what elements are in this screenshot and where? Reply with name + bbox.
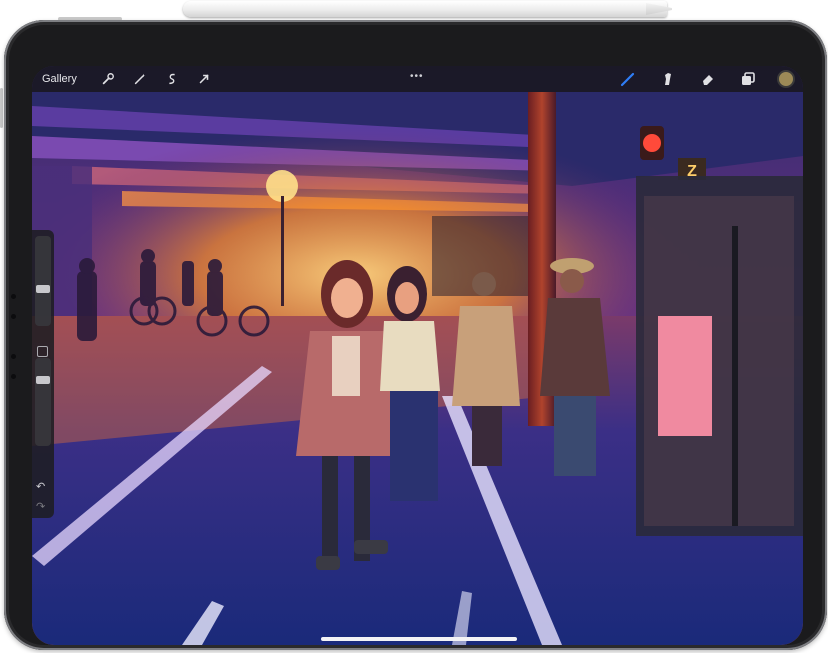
brush-size-slider[interactable] bbox=[35, 236, 51, 326]
actions-button[interactable] bbox=[97, 68, 119, 90]
bezel-sensor-dot bbox=[11, 314, 16, 319]
redo-button[interactable]: ↷ bbox=[36, 500, 45, 513]
selection-icon bbox=[169, 73, 175, 85]
brush-size-thumb[interactable] bbox=[36, 285, 50, 293]
gallery-button[interactable]: Gallery bbox=[32, 73, 87, 85]
selection-button[interactable] bbox=[161, 68, 183, 90]
more-indicator[interactable]: ••• bbox=[410, 71, 424, 82]
brush-opacity-thumb[interactable] bbox=[36, 376, 50, 384]
brush-tool-button[interactable] bbox=[617, 68, 639, 90]
app-toolbar: Gallery ••• bbox=[32, 66, 803, 92]
modify-button[interactable] bbox=[37, 346, 48, 357]
home-indicator[interactable] bbox=[321, 637, 517, 641]
drawing-canvas[interactable]: Z bbox=[32, 66, 803, 645]
smudge-icon bbox=[665, 73, 671, 85]
smudge-tool-button[interactable] bbox=[657, 68, 679, 90]
transform-arrow-icon bbox=[199, 74, 209, 84]
brush-opacity-slider[interactable] bbox=[35, 358, 51, 446]
color-picker-button[interactable] bbox=[777, 70, 795, 88]
layers-icon bbox=[742, 72, 755, 85]
tool-group bbox=[599, 68, 795, 90]
undo-button[interactable]: ↶ bbox=[36, 480, 45, 493]
transform-button[interactable] bbox=[193, 68, 215, 90]
apple-pencil bbox=[183, 1, 667, 17]
eraser-tool-button[interactable] bbox=[697, 68, 719, 90]
magic-wand-icon bbox=[134, 73, 146, 85]
bezel-sensor-dot bbox=[11, 354, 16, 359]
wrench-icon bbox=[102, 73, 114, 85]
eraser-icon bbox=[703, 75, 713, 85]
app-screen: Z Gallery ••• ↶ ↷ bbox=[32, 66, 803, 645]
device-side-button bbox=[0, 88, 3, 128]
layers-button[interactable] bbox=[737, 68, 759, 90]
ipad-frame: Z Gallery ••• ↶ ↷ bbox=[4, 20, 827, 650]
bezel-sensor-dot bbox=[11, 374, 16, 379]
adjustments-button[interactable] bbox=[129, 68, 151, 90]
bezel-camera-dot bbox=[11, 294, 16, 299]
sidebar: ↶ ↷ bbox=[32, 230, 54, 518]
brush-icon bbox=[620, 72, 635, 87]
